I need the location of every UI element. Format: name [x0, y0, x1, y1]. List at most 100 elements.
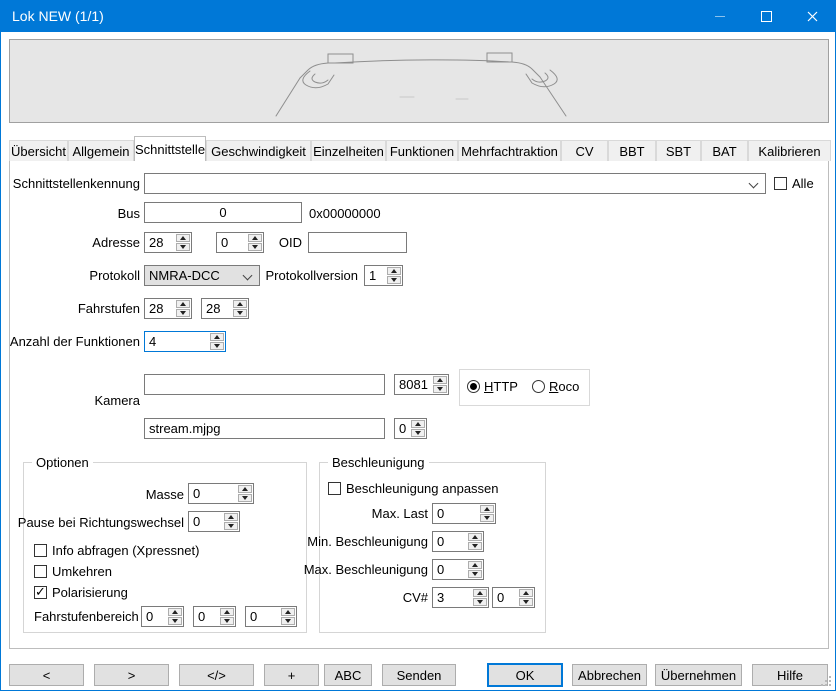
spin-down-button[interactable]: [387, 276, 401, 284]
kamera-stream-input[interactable]: stream.mjpg: [144, 418, 385, 439]
senden-button[interactable]: Senden: [382, 664, 456, 686]
spin-up-button[interactable]: [433, 376, 447, 384]
resize-grip[interactable]: [821, 676, 831, 686]
max-beschleunigung-spinner[interactable]: 0: [432, 559, 484, 580]
spin-down-button[interactable]: [176, 309, 190, 317]
fahrstufen-spinner-1[interactable]: 28: [144, 298, 192, 319]
tab-uebersicht[interactable]: Übersicht: [9, 140, 68, 161]
roco-radio[interactable]: [532, 380, 545, 393]
spin-down-button[interactable]: [220, 617, 234, 625]
cv-spinner-2[interactable]: 0: [492, 587, 535, 608]
spin-down-button[interactable]: [168, 617, 182, 625]
spin-up-button[interactable]: [411, 420, 425, 428]
spin-down-button[interactable]: [468, 542, 482, 550]
spin-down-button[interactable]: [224, 522, 238, 530]
spin-down-button[interactable]: [248, 243, 262, 251]
abc-button[interactable]: ABC: [324, 664, 372, 686]
tab-funktionen[interactable]: Funktionen: [386, 140, 458, 161]
hilfe-button[interactable]: Hilfe: [752, 664, 828, 686]
spin-up-button[interactable]: [468, 533, 482, 541]
tab-allgemein[interactable]: Allgemein: [68, 140, 134, 161]
spin-up-button[interactable]: [176, 234, 190, 242]
min-beschleunigung-spinner[interactable]: 0: [432, 531, 484, 552]
prev-button[interactable]: <: [9, 664, 84, 686]
tab-mehrfachtraktion[interactable]: Mehrfachtraktion: [458, 140, 561, 161]
spin-up-button[interactable]: [220, 608, 234, 616]
spin-down-button[interactable]: [473, 598, 487, 606]
fahrstufenbereich-spinner-1[interactable]: 0: [141, 606, 184, 627]
titlebar[interactable]: Lok NEW (1/1): [1, 1, 835, 32]
spin-down-button[interactable]: [468, 570, 482, 578]
spinner-value[interactable]: 8081: [395, 375, 432, 394]
abbrechen-button[interactable]: Abbrechen: [572, 664, 647, 686]
tab-einzelheiten[interactable]: Einzelheiten: [311, 140, 386, 161]
spin-up-button[interactable]: [210, 333, 224, 341]
bus-input[interactable]: 0: [144, 202, 302, 223]
spin-up-button[interactable]: [473, 589, 487, 597]
code-button[interactable]: </>: [179, 664, 254, 686]
tab-kalibrieren[interactable]: Kalibrieren: [748, 140, 831, 161]
alle-checkbox[interactable]: [774, 177, 787, 190]
ok-button[interactable]: OK: [487, 663, 563, 687]
spin-down-button[interactable]: [210, 342, 224, 350]
spinner-value[interactable]: 4: [145, 332, 209, 351]
spinner-value[interactable]: 0: [142, 607, 167, 626]
spin-up-button[interactable]: [176, 300, 190, 308]
protokollversion-spinner[interactable]: 1: [364, 265, 403, 286]
uebernehmen-button[interactable]: Übernehmen: [655, 664, 742, 686]
spin-down-button[interactable]: [411, 429, 425, 437]
minimize-button[interactable]: [697, 1, 743, 31]
tab-schnittstelle[interactable]: Schnittstelle: [134, 136, 206, 161]
kamera-port-spinner[interactable]: 8081: [394, 374, 449, 395]
protokoll-combobox[interactable]: NMRA-DCC: [144, 265, 260, 286]
spin-up-button[interactable]: [281, 608, 295, 616]
spin-down-button[interactable]: [281, 617, 295, 625]
kamera-stream-index-spinner[interactable]: 0: [394, 418, 427, 439]
spin-down-button[interactable]: [433, 385, 447, 393]
spin-up-button[interactable]: [224, 513, 238, 521]
maximize-button[interactable]: [743, 1, 789, 31]
spinner-value[interactable]: 0: [433, 560, 467, 579]
spin-up-button[interactable]: [248, 234, 262, 242]
close-button[interactable]: [789, 1, 835, 31]
spinner-value[interactable]: 28: [202, 299, 232, 318]
info-abfragen-checkbox[interactable]: [34, 544, 47, 557]
spin-up-button[interactable]: [480, 505, 494, 513]
spinner-value[interactable]: 0: [493, 588, 518, 607]
kamera-url-input[interactable]: [144, 374, 385, 395]
spin-up-button[interactable]: [468, 561, 482, 569]
umkehren-checkbox[interactable]: [34, 565, 47, 578]
tab-bat[interactable]: BAT: [701, 140, 748, 161]
spin-up-button[interactable]: [168, 608, 182, 616]
pause-richtungswechsel-spinner[interactable]: 0: [188, 511, 240, 532]
tab-sbt[interactable]: SBT: [656, 140, 701, 161]
spinner-value[interactable]: 28: [145, 233, 175, 252]
spinner-value[interactable]: 1: [365, 266, 386, 285]
spinner-value[interactable]: 3: [433, 588, 472, 607]
fahrstufenbereich-spinner-3[interactable]: 0: [245, 606, 297, 627]
spinner-value[interactable]: 0: [189, 484, 237, 503]
max-last-spinner[interactable]: 0: [432, 503, 496, 524]
spin-up-button[interactable]: [519, 589, 533, 597]
next-button[interactable]: >: [94, 664, 169, 686]
spinner-value[interactable]: 0: [395, 419, 410, 438]
spinner-value[interactable]: 28: [145, 299, 175, 318]
spin-up-button[interactable]: [238, 485, 252, 493]
tab-geschwindigkeit[interactable]: Geschwindigkeit: [206, 140, 311, 161]
adresse-spinner-2[interactable]: 0: [216, 232, 264, 253]
tab-bbt[interactable]: BBT: [608, 140, 656, 161]
spin-up-button[interactable]: [233, 300, 247, 308]
cv-spinner-1[interactable]: 3: [432, 587, 489, 608]
spinner-value[interactable]: 0: [194, 607, 219, 626]
oid-input[interactable]: [308, 232, 407, 253]
spin-down-button[interactable]: [238, 494, 252, 502]
adresse-spinner-1[interactable]: 28: [144, 232, 192, 253]
spin-down-button[interactable]: [176, 243, 190, 251]
schnittstellenkennung-combobox[interactable]: [144, 173, 766, 194]
spin-down-button[interactable]: [233, 309, 247, 317]
spinner-value[interactable]: 0: [433, 504, 479, 523]
masse-spinner[interactable]: 0: [188, 483, 254, 504]
spin-down-button[interactable]: [480, 514, 494, 522]
anzahl-funktionen-spinner[interactable]: 4: [144, 331, 226, 352]
beschleunigung-anpassen-checkbox[interactable]: [328, 482, 341, 495]
